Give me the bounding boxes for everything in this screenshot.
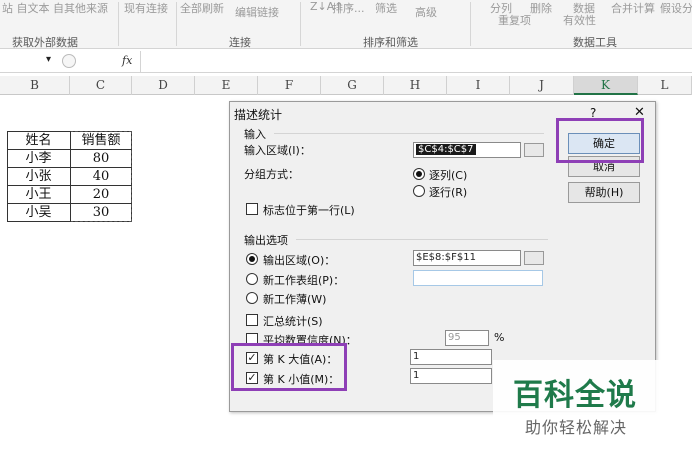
kth-options-highlight — [231, 343, 347, 391]
percent-label: % — [494, 331, 505, 344]
watermark: 百科全说 助你轻松解决 — [493, 360, 667, 442]
column-header-b[interactable]: B — [0, 76, 70, 95]
table-cell-sales[interactable]: 80 — [70, 149, 132, 168]
column-header-l[interactable]: L — [638, 76, 692, 95]
range-picker-icon[interactable] — [524, 251, 544, 265]
new-sheet-label: 新工作表组(P)： — [263, 274, 345, 287]
input-section-rule — [274, 133, 544, 134]
summary-stats-label: 汇总统计(S) — [263, 315, 323, 328]
ribbon-filter[interactable]: 筛选 — [375, 0, 397, 16]
ribbon: 站 自文本 自其他来源 现有连接 全部刷新 编辑链接 Z↓A↑ 排序... 筛选… — [0, 0, 692, 49]
by-column-radio[interactable] — [413, 168, 425, 180]
new-sheet-field[interactable] — [413, 270, 543, 286]
kth-largest-field[interactable]: 1 — [410, 349, 492, 365]
by-row-radio[interactable] — [413, 185, 425, 197]
output-range-radio[interactable] — [246, 253, 258, 265]
column-header-f[interactable]: F — [258, 76, 321, 95]
watermark-subtitle: 助你轻松解决 — [525, 418, 628, 437]
output-section-rule — [296, 239, 548, 240]
column-header-e[interactable]: E — [195, 76, 258, 95]
dialog-title: 描述统计 — [234, 108, 283, 122]
formula-cancel-icon[interactable] — [62, 54, 76, 68]
table-header-name[interactable]: 姓名 — [7, 131, 70, 150]
by-column-label: 逐列(C) — [429, 169, 468, 182]
input-section-label: 输入 — [244, 128, 266, 141]
input-range-label: 输入区域(I)： — [244, 144, 311, 157]
table-cell-name[interactable]: 小李 — [7, 149, 70, 168]
new-workbook-label: 新工作薄(W) — [263, 293, 327, 306]
group-label-sort-filter: 排序和筛选 — [363, 36, 418, 49]
column-header-i[interactable]: I — [447, 76, 510, 95]
column-header-j[interactable]: J — [510, 76, 574, 95]
input-range-field[interactable]: $C$4:$C$7 — [413, 142, 521, 158]
ribbon-what-if[interactable]: 假设分 — [660, 0, 692, 16]
output-range-field[interactable]: $E$8:$F$11 — [413, 250, 521, 266]
ribbon-refresh-all[interactable]: 全部刷新 — [180, 0, 224, 16]
new-sheet-radio[interactable] — [246, 273, 258, 285]
confidence-field[interactable]: 95 — [445, 330, 489, 346]
table-cell-name[interactable]: 小张 — [7, 167, 70, 186]
output-section-label: 输出选项 — [244, 234, 288, 247]
watermark-title: 百科全说 — [513, 378, 637, 413]
ribbon-separator — [470, 2, 471, 46]
group-label-connections: 连接 — [229, 36, 251, 49]
column-header-g[interactable]: G — [321, 76, 384, 95]
column-header-k[interactable]: K — [574, 76, 638, 95]
by-row-label: 逐行(R) — [429, 186, 468, 199]
input-range-value: $C$4:$C$7 — [416, 144, 476, 155]
labels-first-row-label: 标志位于第一行(L) — [263, 204, 355, 217]
table-cell-sales[interactable]: 40 — [70, 167, 132, 186]
column-header-d[interactable]: D — [132, 76, 195, 95]
ribbon-sort[interactable]: 排序... — [332, 0, 365, 16]
ribbon-duplicates[interactable]: 重复项 — [498, 12, 531, 28]
group-label-data-tools: 数据工具 — [573, 36, 617, 49]
formula-divider — [140, 51, 141, 73]
new-workbook-radio[interactable] — [246, 292, 258, 304]
ribbon-validation[interactable]: 有效性 — [563, 12, 596, 28]
group-by-label: 分组方式： — [244, 168, 299, 181]
column-header-h[interactable]: H — [384, 76, 447, 95]
table-cell-sales[interactable]: 20 — [70, 185, 132, 204]
name-box-dropdown-icon[interactable]: ▾ — [46, 54, 51, 65]
labels-first-row-checkbox[interactable] — [246, 203, 258, 215]
ribbon-remove[interactable]: 删除 — [530, 0, 552, 16]
column-headers: B C D E F G H I J K L — [0, 76, 692, 95]
ribbon-separator — [118, 2, 119, 46]
summary-stats-checkbox[interactable] — [246, 314, 258, 326]
ribbon-advanced[interactable]: 高级 — [415, 4, 437, 20]
table-header-sales[interactable]: 销售额 — [70, 131, 132, 150]
column-header-c[interactable]: C — [70, 76, 132, 95]
output-range-label: 输出区域(O)： — [263, 254, 336, 267]
ok-button-highlight — [556, 118, 644, 163]
table-cell-name[interactable]: 小吴 — [7, 203, 70, 222]
table-cell-sales[interactable]: 30 — [70, 203, 132, 222]
ribbon-existing-connections[interactable]: 现有连接 — [124, 0, 168, 16]
ribbon-get-external-data[interactable]: 站 自文本 自其他来源 — [2, 0, 108, 16]
ribbon-separator — [300, 2, 301, 46]
fx-icon[interactable]: fx — [122, 54, 132, 67]
ribbon-separator — [176, 2, 177, 46]
ribbon-edit-links[interactable]: 编辑链接 — [235, 4, 279, 20]
range-picker-icon[interactable] — [524, 143, 544, 157]
help-button[interactable]: 帮助(H) — [568, 182, 640, 203]
table-cell-name[interactable]: 小王 — [7, 185, 70, 204]
ribbon-consolidate[interactable]: 合并计算 — [611, 0, 655, 16]
group-label-external-data: 获取外部数据 — [12, 36, 78, 49]
formula-bar: ▾ fx — [0, 51, 692, 73]
kth-smallest-field[interactable]: 1 — [410, 368, 492, 384]
